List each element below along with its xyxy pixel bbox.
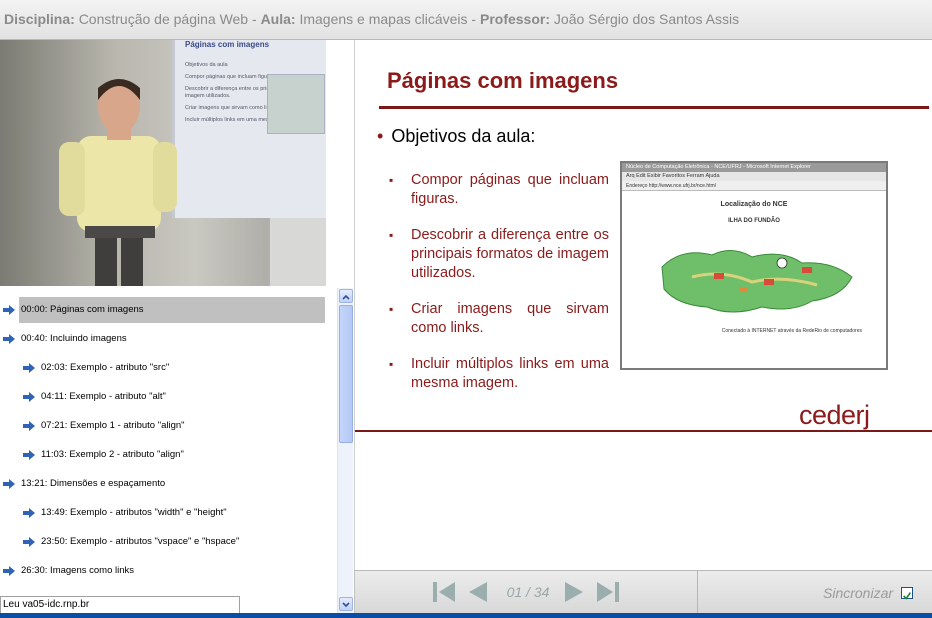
bullet-text: Incluir múltiplos links em uma mesma ima… <box>411 356 609 391</box>
slide-bullet: ▪ Criar imagens que sirvam como links. <box>389 300 609 338</box>
chapter-label: 04:11: Exemplo - atributo "alt" <box>41 391 166 402</box>
bullet-text: Criar imagens que sirvam como links. <box>411 301 609 336</box>
chapter-label: 23:50: Exemplo - atributos "vspace" e "h… <box>41 536 240 547</box>
map-page-footer: Conectado à INTERNET através da RedeRio … <box>721 328 862 334</box>
chapter-label: 00:40: Incluindo imagens <box>21 333 127 344</box>
play-arrow-icon <box>3 305 15 315</box>
slide-bottom-divider <box>355 430 932 432</box>
chapter-label: 02:03: Exemplo - atributo "src" <box>41 362 170 373</box>
play-arrow-icon <box>3 479 15 489</box>
header-separator: - <box>248 11 261 27</box>
play-arrow-icon <box>23 450 35 460</box>
slide-bullet: ▪ Descobrir a diferença entre os principa… <box>389 226 609 283</box>
slide-navigation-bar: 01 / 34 Sincronizar <box>354 570 932 614</box>
play-arrow-icon <box>23 363 35 373</box>
bullet-marker: ▪ <box>389 357 394 371</box>
board-title: Páginas com imagens <box>185 40 270 49</box>
chapter-label: 11:03: Exemplo 2 - atributo "align" <box>41 449 184 460</box>
bullet-text: Descobrir a diferença entre os principai… <box>411 227 609 281</box>
disciplina-label: Disciplina: <box>4 11 75 27</box>
play-arrow-icon <box>23 392 35 402</box>
board-map-image <box>267 74 325 134</box>
slide-panel: Páginas com imagens • Objetivos da aula: … <box>354 40 932 570</box>
browser-status-bar: Leu va05-idc.rnp.br <box>0 596 240 614</box>
bullet-marker: ▪ <box>389 173 394 187</box>
chapter-label: 13:49: Exemplo - atributos "width" e "he… <box>41 507 227 518</box>
header-separator: - <box>467 11 480 27</box>
play-arrow-icon <box>23 537 35 547</box>
first-slide-button[interactable] <box>431 579 457 605</box>
slide-title: Páginas com imagens <box>387 68 619 93</box>
map-page-subtitle: ILHA DO FUNDÃO <box>728 218 780 224</box>
page-counter: 01 / 34 <box>506 584 550 600</box>
aula-label: Aula: <box>260 11 296 27</box>
bullet-marker: ▪ <box>389 302 394 316</box>
browser-address-bar: Endereço http://www.nce.ufrj.br/nce.html <box>622 181 886 191</box>
browser-title-bar: Núcleo de Computação Eletrônica - NCE/UF… <box>622 163 886 172</box>
disciplina-value: Construção de página Web <box>78 11 249 27</box>
sync-checkbox[interactable] <box>901 587 913 600</box>
scroll-up-button[interactable] <box>339 289 353 303</box>
chapter-label: 13:21: Dimensões e espaçamento <box>21 478 166 489</box>
lecture-header: Disciplina: Construção de página Web - A… <box>0 0 932 40</box>
professor-label: Professor: <box>479 11 551 27</box>
scroll-down-button[interactable] <box>339 597 353 611</box>
previous-slide-button[interactable] <box>465 579 491 605</box>
sync-label: Sincronizar <box>823 585 894 601</box>
window-bottom-bar <box>0 613 932 618</box>
bullet-text: Compor páginas que incluam figuras. <box>411 172 609 207</box>
slide-bullet: ▪ Compor páginas que incluam figuras. <box>389 171 609 209</box>
browser-menu-bar: Arq Edit Exibir Favoritos Ferram Ajuda <box>622 172 886 181</box>
embedded-browser-screenshot: Núcleo de Computação Eletrônica - NCE/UF… <box>620 161 888 370</box>
chapter-label: 26:30: Imagens como links <box>21 565 135 576</box>
board-item: Objetivos da aula <box>185 62 228 68</box>
controls-divider <box>697 571 698 614</box>
play-arrow-icon <box>23 421 35 431</box>
monitor-image <box>268 218 326 286</box>
last-slide-button[interactable] <box>595 579 621 605</box>
objectives-label: Objetivos da aula: <box>391 126 536 146</box>
scroll-thumb[interactable] <box>339 305 353 443</box>
projection-board: Páginas com imagens Objetivos da aula Co… <box>172 40 326 218</box>
presenter-figure <box>59 79 177 286</box>
chevron-down-icon <box>342 602 350 608</box>
chapter-label: 07:21: Exemplo 1 - atributo "align" <box>41 420 185 431</box>
aula-value: Imagens e mapas clicáveis <box>299 11 468 27</box>
cederj-logo: cederj <box>799 400 870 430</box>
objectives-heading: • Objetivos da aula: <box>377 126 535 147</box>
chapter-label: 00:00: Páginas com imagens <box>19 297 325 323</box>
next-slide-button[interactable] <box>561 579 587 605</box>
professor-value: João Sérgio dos Santos Assis <box>553 11 740 27</box>
chapter-list: 00:00: Páginas com imagens 00:40: Inclui… <box>0 288 337 613</box>
bullet-marker: ▪ <box>389 228 394 242</box>
slide-bullet: ▪ Incluir múltiplos links em uma mesma im… <box>389 355 609 393</box>
title-divider <box>379 106 929 109</box>
lecture-video[interactable]: Páginas com imagens Objetivos da aula Co… <box>0 40 326 286</box>
island-map-image <box>661 250 853 313</box>
play-arrow-icon <box>23 508 35 518</box>
play-arrow-icon <box>3 566 15 576</box>
bullet-dot: • <box>377 126 384 146</box>
chevron-up-icon <box>342 294 350 300</box>
map-page-title: Localização do NCE <box>720 201 788 208</box>
chapter-list-scrollbar[interactable] <box>337 288 353 613</box>
checkmark-icon <box>903 592 912 600</box>
play-arrow-icon <box>3 334 15 344</box>
